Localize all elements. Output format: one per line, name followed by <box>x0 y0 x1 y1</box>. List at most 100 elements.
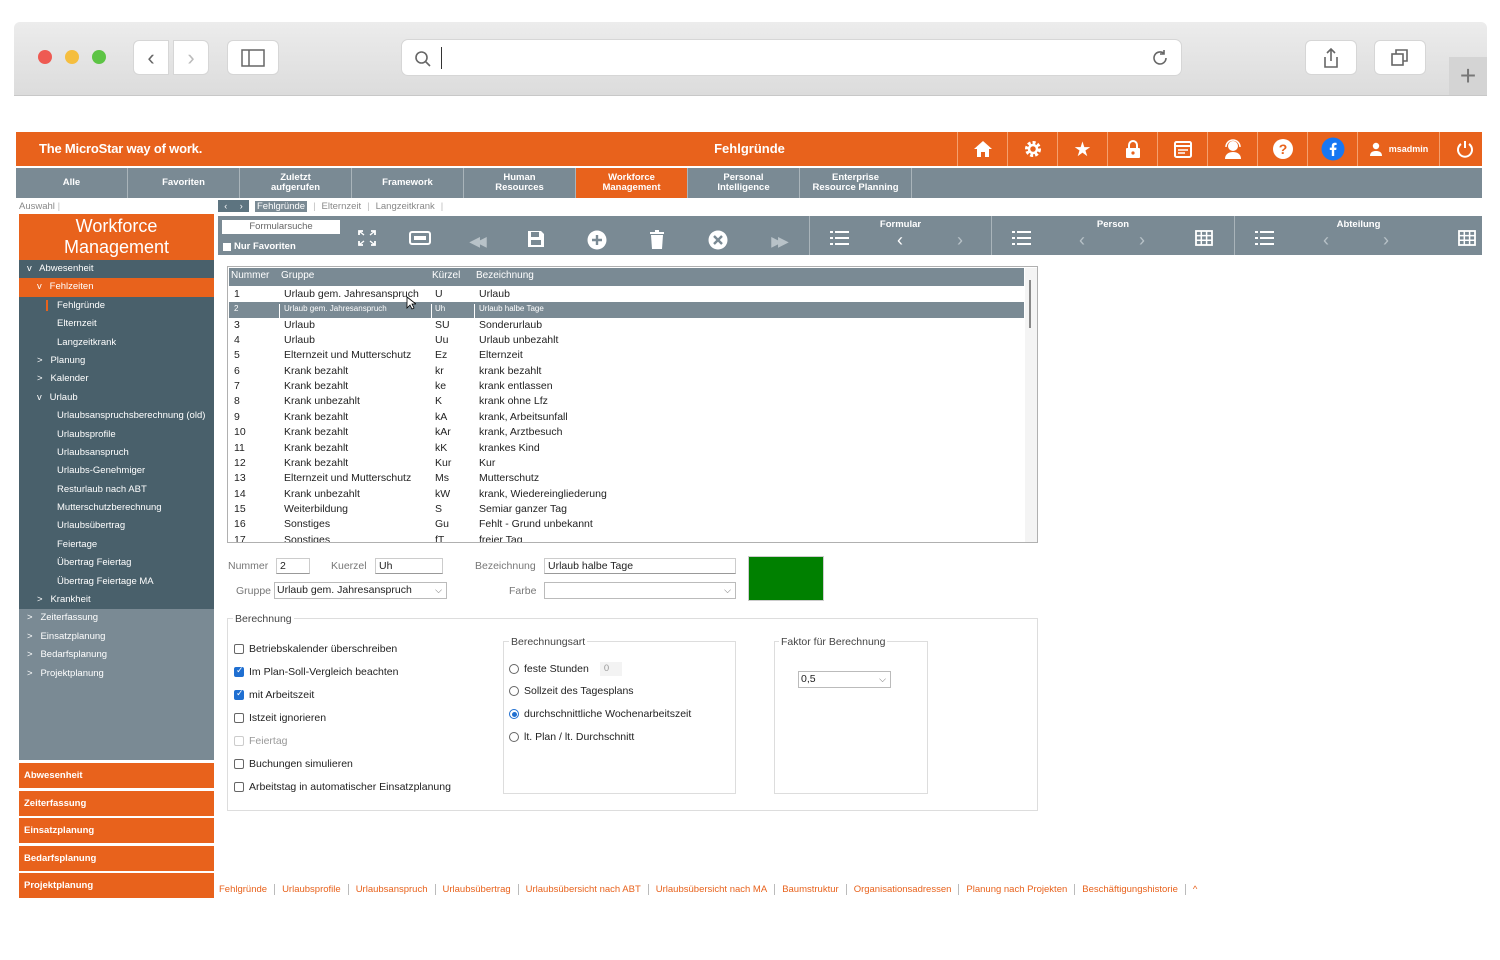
formular-list-button[interactable] <box>828 230 852 250</box>
home-button[interactable] <box>957 132 1007 166</box>
person-grid-button[interactable] <box>1192 230 1216 250</box>
reload-icon[interactable] <box>1150 48 1170 68</box>
table-row[interactable]: 12 Krank bezahlt Kur Kur <box>229 456 1024 471</box>
sidebar-item[interactable]: Langzeitkrank <box>19 333 214 352</box>
sidebar-item[interactable]: Fehlgründe <box>19 296 214 316</box>
bottom-link[interactable]: Urlaubsanspruch <box>349 884 436 895</box>
bottom-link[interactable]: Urlaubsübertrag <box>436 884 519 895</box>
tab-favoriten[interactable]: Favoriten <box>128 168 240 198</box>
table-row[interactable]: 16 Sonstiges Gu Fehlt - Grund unbekannt <box>229 517 1024 532</box>
checkbox-unchecked[interactable] <box>234 644 244 654</box>
tab-alle[interactable]: Alle <box>16 168 128 198</box>
support-button[interactable] <box>1207 132 1257 166</box>
sidebar-item[interactable]: Übertrag Feiertag <box>19 554 214 573</box>
col-header-nummer[interactable]: Nummer <box>231 270 269 281</box>
bottom-link[interactable]: ^ <box>1186 884 1204 895</box>
module-button-projektplanung[interactable]: Projektplanung <box>19 873 214 898</box>
fullscreen-button[interactable] <box>355 230 379 250</box>
formular-next-button[interactable]: › <box>948 230 972 250</box>
chevron-left-icon[interactable]: ‹ <box>224 201 227 211</box>
radio-unselected[interactable] <box>509 664 519 674</box>
radio-selected[interactable] <box>509 709 519 719</box>
bottom-link[interactable]: Baumstruktur <box>775 884 847 895</box>
facebook-button[interactable] <box>1307 132 1357 166</box>
table-row[interactable]: 6 Krank bezahlt kr krank bezahlt <box>229 364 1024 379</box>
form-search-input[interactable]: Formularsuche <box>222 220 340 234</box>
sidebar-item[interactable]: > Einsatzplanung <box>19 628 214 646</box>
berechnungsart-radio[interactable]: durchschnittliche Wochenarbeitszeit <box>509 708 691 720</box>
farbe-select[interactable]: ⌵ <box>544 582 736 599</box>
table-scrollbar[interactable] <box>1025 268 1037 542</box>
module-button-abwesenheit[interactable]: Abwesenheit <box>19 763 214 788</box>
add-button[interactable] <box>585 230 609 250</box>
minimize-window-button[interactable] <box>65 50 79 64</box>
checkbox-unchecked[interactable] <box>234 782 244 792</box>
berechnungsart-radio[interactable]: Sollzeit des Tagesplans <box>509 685 634 697</box>
table-row[interactable]: 10 Krank bezahlt kAr krank, Arztbesuch <box>229 425 1024 440</box>
last-record-button[interactable]: ▶▶ <box>766 230 790 250</box>
sidebar-item[interactable]: Mutterschutzberechnung <box>19 499 214 518</box>
checkbox-box[interactable] <box>223 242 231 251</box>
sidebar-item[interactable]: > Planung <box>19 351 214 371</box>
tab-personal-intelligence[interactable]: Personal Intelligence <box>688 168 800 198</box>
person-prev-button[interactable]: ‹ <box>1070 230 1094 250</box>
sidebar-item[interactable]: Urlaubs-Genehmiger <box>19 462 214 481</box>
sidebar-item[interactable]: Resturlaub nach ABT <box>19 480 214 500</box>
radio-unselected[interactable] <box>509 732 519 742</box>
help-button[interactable]: ? <box>1257 132 1307 166</box>
berechnung-checkbox[interactable]: mit Arbeitszeit <box>234 688 314 701</box>
feste-stunden-field[interactable]: 0 <box>599 662 622 676</box>
checkbox-unchecked[interactable] <box>234 713 244 723</box>
sidebar-item[interactable]: Urlaubsanspruchsberechnung (old) <box>19 407 214 426</box>
bottom-link[interactable]: Beschäftigungshistorie <box>1075 884 1186 895</box>
tab-enterprise-resource-planning[interactable]: Enterprise Resource Planning <box>800 168 912 198</box>
bottom-link[interactable]: Urlaubsübersicht nach MA <box>649 884 776 895</box>
radio-unselected[interactable] <box>509 686 519 696</box>
gruppe-select[interactable]: Urlaub gem. Jahresanspruch ⌵ <box>274 582 447 599</box>
sidebar-item[interactable]: > Zeiterfassung <box>19 609 214 627</box>
sidebar-toggle-button[interactable] <box>227 40 279 75</box>
calendar-button[interactable] <box>1157 132 1207 166</box>
checkbox-checked[interactable] <box>234 688 244 700</box>
sidebar-item[interactable]: v Abwesenheit <box>19 260 214 279</box>
only-favorites-checkbox[interactable]: Nur Favoriten <box>223 241 296 252</box>
table-row[interactable]: 3 Urlaub SU Sonderurlaub <box>229 318 1024 333</box>
sidebar-item[interactable]: > Krankheit <box>19 591 214 610</box>
nummer-field[interactable]: 2 <box>276 558 310 574</box>
sidebar-item[interactable]: > Projektplanung <box>19 665 214 683</box>
checkbox-unchecked[interactable] <box>234 759 244 769</box>
table-row[interactable]: 11 Krank bezahlt kK krankes Kind <box>229 441 1024 456</box>
first-record-button[interactable]: ◀◀ <box>464 230 488 250</box>
bottom-link[interactable]: Organisationsadressen <box>847 884 960 895</box>
table-row[interactable]: 1 Urlaub gem. Jahresanspruch U Urlaub <box>229 287 1024 302</box>
sidebar-item[interactable]: Urlaubsprofile <box>19 425 214 444</box>
sidebar-item[interactable]: > Bedarfsplanung <box>19 646 214 664</box>
close-window-button[interactable] <box>38 50 52 64</box>
sidebar-item[interactable]: v Fehlzeiten <box>19 278 214 297</box>
favorites-button[interactable]: ★ <box>1057 132 1107 166</box>
breadcrumb-elternzeit[interactable]: Elternzeit <box>322 201 362 212</box>
breadcrumb-langzeitkrank[interactable]: Langzeitkrank <box>376 201 435 212</box>
scroll-thumb[interactable] <box>1029 280 1031 328</box>
address-bar[interactable] <box>401 39 1182 76</box>
col-header-gruppe[interactable]: Gruppe <box>281 270 314 281</box>
save-button[interactable] <box>524 230 548 250</box>
checkbox-checked[interactable] <box>234 665 244 677</box>
berechnung-checkbox[interactable]: Istzeit ignorieren <box>234 712 326 724</box>
formular-prev-button[interactable]: ‹ <box>888 230 912 250</box>
sidebar-item[interactable]: Elternzeit <box>19 315 214 334</box>
module-button-bedarfsplanung[interactable]: Bedarfsplanung <box>19 845 214 871</box>
tabs-overview-button[interactable] <box>1374 40 1426 75</box>
table-row[interactable]: 7 Krank bezahlt ke krank entlassen <box>229 379 1024 394</box>
color-swatch[interactable] <box>748 556 824 601</box>
col-header-kuerzel[interactable]: Kürzel <box>432 270 460 281</box>
bezeichnung-field[interactable]: Urlaub halbe Tage <box>544 558 736 574</box>
back-button[interactable]: ‹ <box>133 40 169 75</box>
tab-zuletzt-aufgerufen[interactable]: Zuletzt aufgerufen <box>240 168 352 198</box>
berechnung-checkbox[interactable]: Buchungen simulieren <box>234 758 353 770</box>
sidebar-item[interactable]: Feiertage <box>19 535 214 555</box>
bottom-link[interactable]: Urlaubsübersicht nach ABT <box>519 884 649 895</box>
cancel-button[interactable] <box>706 230 730 250</box>
berechnung-checkbox[interactable]: Im Plan-Soll-Vergleich beachten <box>234 665 398 678</box>
logout-button[interactable] <box>1439 132 1489 166</box>
